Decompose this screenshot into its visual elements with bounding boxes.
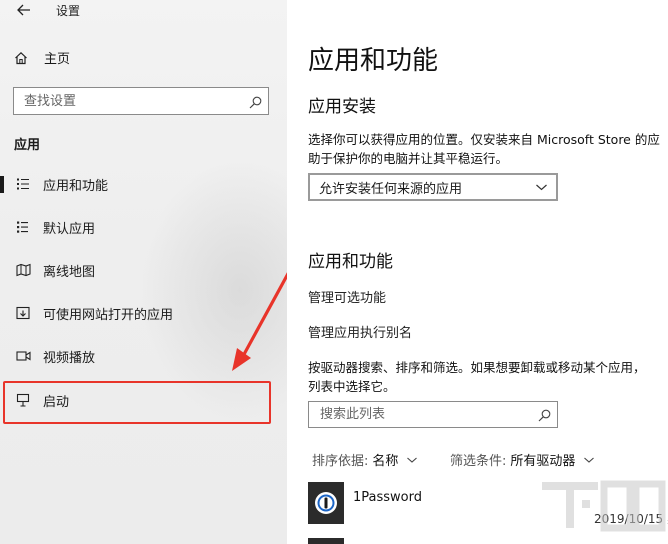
apps-list-icon [14,175,32,193]
filter-value: 所有驱动器 [510,454,576,469]
install-description-line2: 助于保护你的电脑并让其平稳运行。 [308,151,509,166]
annotation-arrow [232,268,292,371]
annotation-highlight-box [3,381,271,424]
chevron-down-icon [406,456,418,464]
back-button[interactable] [10,0,38,20]
sidebar-item-label: 离线地图 [43,264,96,280]
sidebar-item-label: 应用和功能 [43,178,109,194]
sidebar-item-label: 主页 [44,52,71,67]
video-icon [14,347,32,365]
app-name: 1Password [353,490,422,505]
settings-search-box[interactable] [13,87,269,115]
sidebar-item-default-apps[interactable]: 默认应用 [0,207,287,247]
filter-control[interactable]: 筛选条件: 所有驱动器 [450,450,595,469]
sidebar-item-label: 视频播放 [43,350,96,366]
website-app-icon [14,304,32,322]
search-icon[interactable] [538,407,551,426]
settings-search-input[interactable] [22,92,236,110]
filter-label: 筛选条件: [450,454,507,469]
install-source-dropdown[interactable]: 允许安装任何来源的应用 [308,173,558,201]
selection-indicator [0,176,4,193]
sort-by-control[interactable]: 排序依据: 名称 [312,450,418,469]
sort-label: 排序依据: [312,454,369,469]
install-description-line1: 选择你可以获得应用的位置。仅安装来自 Microsoft Store 的应 [308,132,660,147]
sidebar-item-label: 默认应用 [43,221,96,237]
apps-description-line1: 按驱动器搜索、排序和筛选。如果想要卸载或移动某个应用， [308,360,646,375]
home-icon [14,51,32,65]
search-icon[interactable] [249,94,262,113]
sidebar-item-label: 可使用网站打开的应用 [43,307,174,323]
chevron-down-icon [535,181,548,196]
window-title: 设置 [56,4,81,18]
sidebar: 设置 主页 应用 应用和功能 [0,0,340,544]
main-panel: 应用和功能 应用安装 选择你可以获得应用的位置。仅安装来自 Microsoft … [287,0,668,544]
manage-optional-features-link[interactable]: 管理可选功能 [308,287,386,306]
sidebar-item-home[interactable]: 主页 [14,48,70,67]
map-icon [14,261,32,279]
watermark-logo [542,480,666,532]
install-section-heading: 应用安装 [308,97,376,117]
chevron-down-icon [583,456,595,464]
sidebar-section-title: 应用 [14,138,41,153]
arrow-left-icon [17,4,30,16]
dropdown-selected-value: 允许安装任何来源的应用 [319,181,463,197]
app-list-search-box[interactable] [308,401,558,428]
app-list-item-icon-partial [308,538,344,544]
app-list-search-input[interactable] [318,406,522,423]
default-apps-icon [14,218,32,236]
page-title: 应用和功能 [308,46,439,76]
sidebar-item-apps-features[interactable]: 应用和功能 [0,164,287,204]
apps-section-heading: 应用和功能 [308,252,393,272]
1password-icon [308,482,344,524]
manage-app-aliases-link[interactable]: 管理应用执行别名 [308,322,412,341]
sort-value: 名称 [372,454,399,469]
apps-description-line2: 列表中选择它。 [308,379,396,394]
